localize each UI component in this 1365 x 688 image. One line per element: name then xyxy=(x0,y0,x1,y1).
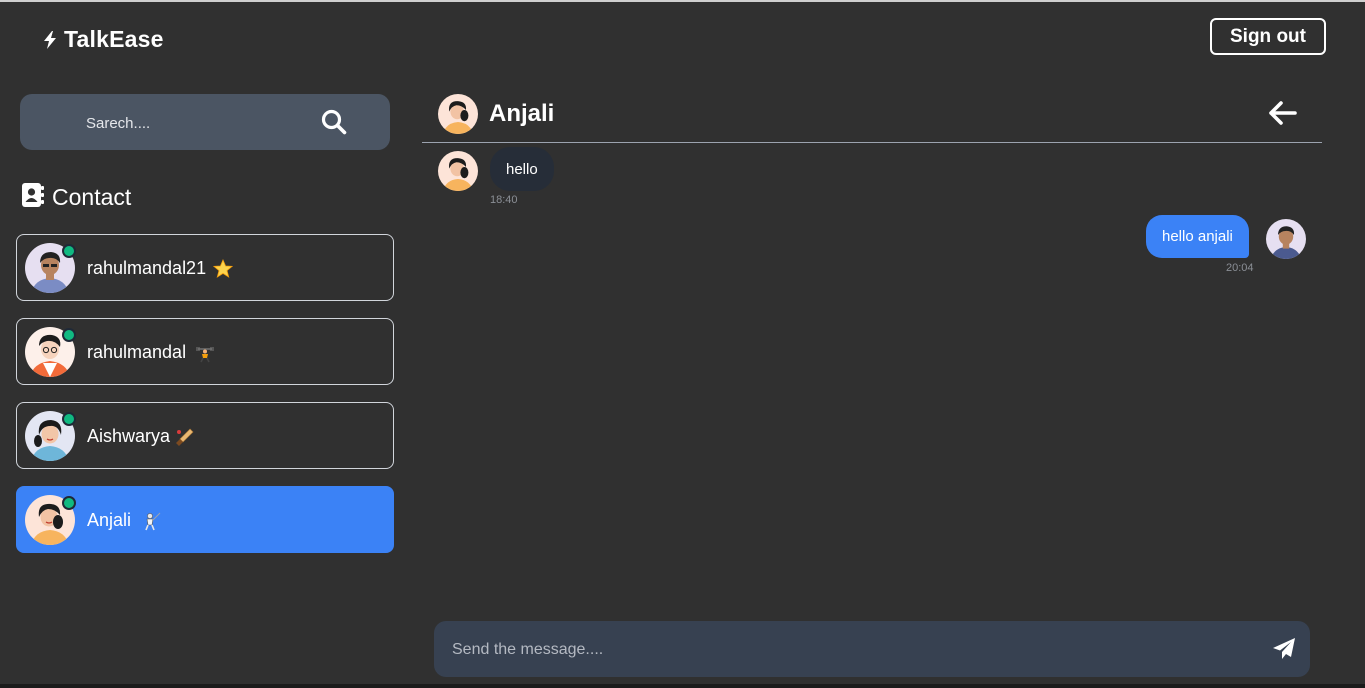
outgoing-message-avatar xyxy=(1266,219,1306,259)
contact-name: rahulmandal21 xyxy=(87,258,207,278)
app-brand[interactable]: TalkEase xyxy=(42,26,164,53)
incoming-message-avatar xyxy=(438,151,478,191)
arrow-left-icon[interactable] xyxy=(1268,100,1298,126)
weightlifting-icon xyxy=(195,343,215,363)
bolt-icon xyxy=(42,30,58,50)
sign-out-button[interactable]: Sign out xyxy=(1210,18,1326,55)
search-input[interactable] xyxy=(84,110,308,136)
window-top-border xyxy=(0,0,1365,2)
chat-contact-name: Anjali xyxy=(489,100,555,127)
contact-section-header: Contact xyxy=(21,182,131,213)
search-bar xyxy=(20,94,390,150)
cricket-bat-icon xyxy=(175,427,195,447)
message-composer xyxy=(434,621,1310,677)
contact-item-aishwarya[interactable]: Aishwarya xyxy=(16,402,394,469)
app-name: TalkEase xyxy=(64,26,164,52)
contact-item-anjali[interactable]: Anjali xyxy=(16,486,394,553)
star-icon xyxy=(212,258,234,279)
contact-item-rahulmandal[interactable]: rahulmandal xyxy=(16,318,394,385)
incoming-message-bubble: hello xyxy=(490,147,554,191)
contact-name: Anjali xyxy=(87,510,132,530)
online-status-dot xyxy=(62,244,76,258)
online-status-dot xyxy=(62,496,76,510)
fencing-icon xyxy=(141,511,161,531)
contact-section-title: Contact xyxy=(52,184,132,210)
message-timestamp: 20:04 xyxy=(1226,262,1254,274)
contact-item-rahulmandal21[interactable]: rahulmandal21 xyxy=(16,234,394,301)
address-book-icon xyxy=(21,182,44,213)
outgoing-message-bubble: hello anjali xyxy=(1146,215,1249,258)
search-icon[interactable] xyxy=(320,108,348,136)
contact-name: rahulmandal xyxy=(87,342,187,362)
online-status-dot xyxy=(62,328,76,342)
contact-name: Aishwarya xyxy=(87,426,171,446)
online-status-dot xyxy=(62,412,76,426)
chat-header-avatar xyxy=(438,94,478,134)
window-bottom-border xyxy=(0,684,1365,688)
message-input[interactable] xyxy=(450,638,1234,662)
chat-header-divider xyxy=(422,142,1322,143)
message-timestamp: 18:40 xyxy=(490,194,518,206)
paper-plane-icon[interactable] xyxy=(1272,637,1296,661)
